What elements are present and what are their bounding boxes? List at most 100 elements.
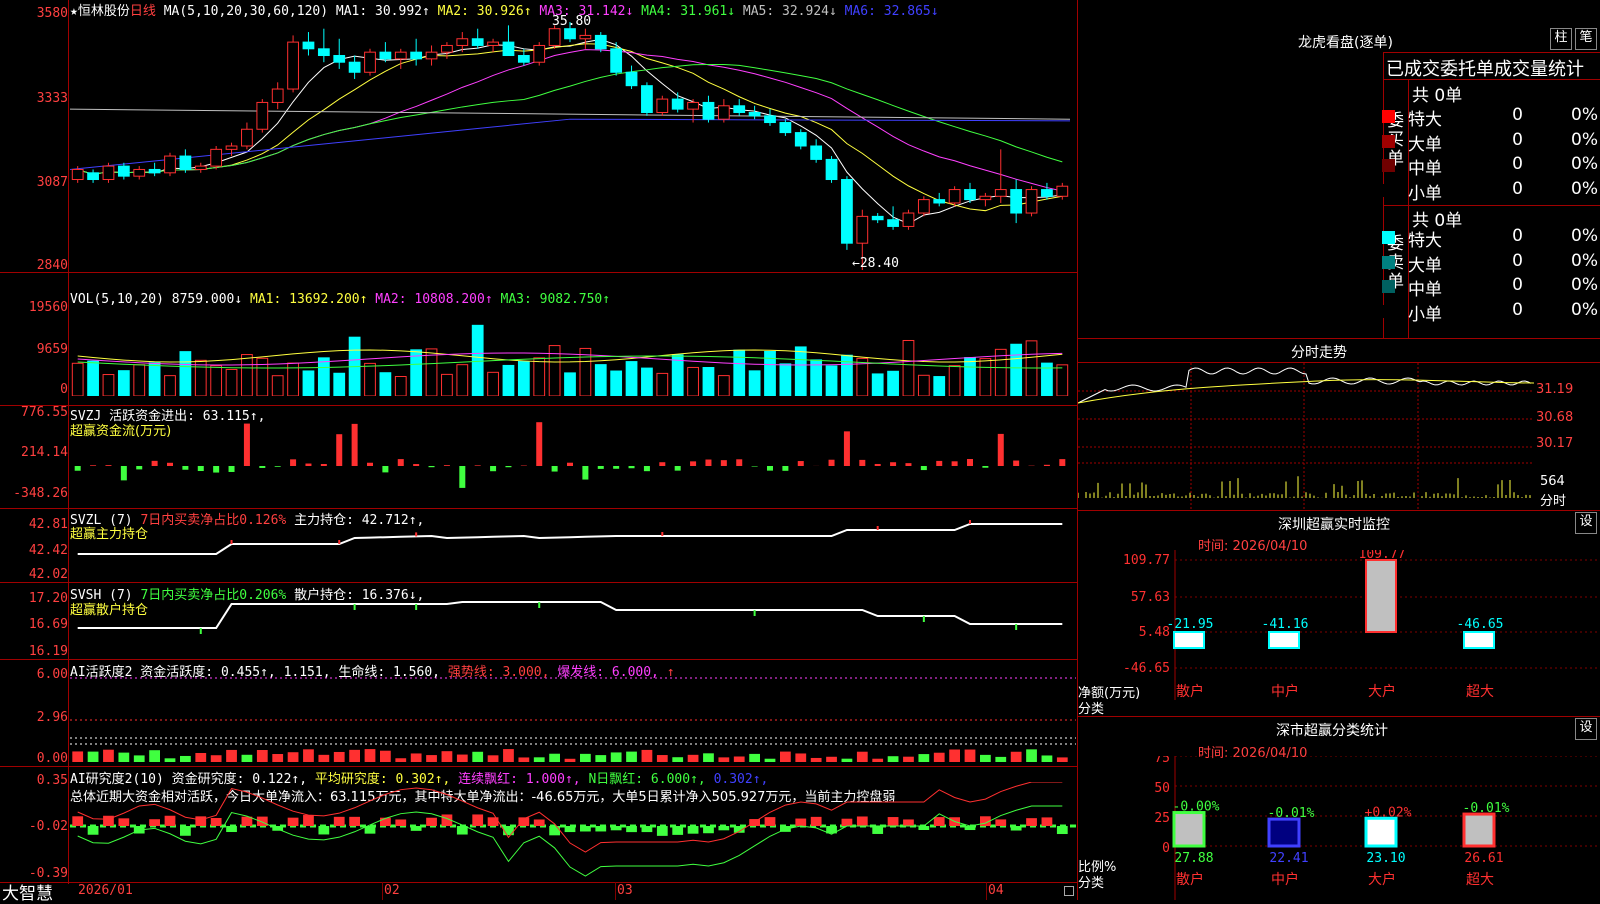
classify-bar-chart[interactable]: 7550250-0.00%27.88散户-0.01%22.41中户+0.02%2… [1078,756,1600,900]
x-axis-label: 02 [384,883,400,898]
classify-settings-button[interactable]: 设 [1575,718,1597,740]
volume-bar [503,365,514,396]
candle-body [134,169,145,176]
svsh-chart[interactable] [70,598,1076,658]
fund-flow-bar [629,466,635,468]
research-bar [472,814,483,826]
svzj-chart[interactable] [70,410,1076,506]
chart-area[interactable]: ★恒林股份日线 MA(5,10,20,30,60,120) MA1: 30.99… [0,0,1078,900]
intraday-axis-label: 30.68 [1536,410,1573,425]
candlestick-chart[interactable] [70,14,1076,272]
monitor-settings-button[interactable]: 设 [1575,512,1597,534]
research-bar [426,818,437,826]
retail-holding-line [78,602,1063,628]
ai-activity-chart[interactable] [70,670,1076,764]
activity-bar [534,757,545,762]
activity-bar [980,755,991,762]
classify-category-label: 分类 [1078,872,1104,891]
activity-bar [749,754,760,762]
activity-bar [857,752,868,762]
fund-flow-bar [275,466,281,467]
x-axis-label: 04 [988,883,1004,898]
candle-body [903,213,914,226]
color-swatch [1382,110,1395,123]
volume-title: VOL(5,10,20) [70,292,164,307]
fund-flow-bar [967,459,973,466]
volume-bar [134,365,145,396]
classify-axis-label: 25 [1154,811,1170,826]
volume-bar [472,325,483,396]
lock-icon[interactable] [1064,886,1074,896]
activity-bar [395,758,406,762]
volume-bar [795,347,806,396]
candle-body [580,35,591,38]
volume-bar [180,352,191,396]
fund-flow-bar [675,466,681,471]
fund-flow-bar [736,459,742,466]
fund-flow-bar [921,466,927,470]
svzl-chart[interactable] [70,520,1076,580]
activity-bar [703,753,714,762]
monitor-bar-chart[interactable]: 109.7757.635.48-46.65-21.95散户-41.16中户109… [1078,550,1600,716]
order-count: 0 [1498,130,1523,150]
intraday-title: 分时走势 [1291,342,1347,362]
activity-bar [518,757,529,762]
activity-bar [811,758,822,762]
fund-flow-bar [413,464,419,466]
activity-bar [795,753,806,762]
candle-body [472,39,483,46]
candle-body [518,56,529,63]
candle-body [534,45,545,62]
candle-body [1057,186,1068,196]
volume-bar [949,366,960,396]
ratio-change-label: +0.02% [1365,805,1412,820]
candle-body [780,123,791,133]
ai-research-chart[interactable] [70,782,1076,880]
volume-bar [442,374,453,396]
tick-view-button[interactable]: 笔 [1575,28,1597,50]
ai-activity-axis-label: 0.00 [0,751,68,766]
activity-bar [1057,757,1068,762]
fund-flow-bar [782,466,788,471]
order-size-label: 小单 [1408,300,1442,325]
activity-bar [349,750,360,762]
fund-flow-bar [121,466,127,480]
research-bar [903,819,914,826]
ratio-change-label: -0.01% [1268,806,1315,821]
color-swatch [1382,280,1395,293]
fund-flow-bar [75,466,81,471]
research-bar [1011,826,1022,831]
ma-line [70,109,1070,119]
research-bar [672,826,683,835]
candle-body [1011,190,1022,213]
research-bar [411,826,422,831]
research-bar [749,819,760,826]
research-bar [642,826,653,832]
retail-change-bar [354,604,356,610]
candle-body [795,133,806,146]
research-bar [626,826,637,832]
research-bar [888,817,899,826]
candle-body [211,149,222,166]
classify-title: 深市超赢分类统计 [1276,720,1388,740]
fund-flow-bar [505,466,511,467]
research-bar [549,826,560,835]
fund-flow-bar [1013,461,1019,466]
volume-bar [965,358,976,396]
fund-flow-bar [844,431,850,466]
candle-body [703,102,714,119]
volume-bar [72,363,83,396]
monitor-category-label: 分类 [1078,698,1104,717]
order-percent: 0% [1538,105,1598,125]
monitor-axis-label: 109.77 [1123,553,1170,568]
volume-bar [518,361,529,396]
volume-bar [334,373,345,396]
candle-body [442,45,453,52]
activity-bar [472,752,483,762]
volume-bar [980,359,991,396]
intraday-chart[interactable] [1078,363,1534,511]
volume-chart[interactable] [70,308,1076,396]
activity-bar [288,752,299,762]
bar-view-button[interactable]: 柱 [1550,28,1572,50]
activity-bar [626,752,637,762]
